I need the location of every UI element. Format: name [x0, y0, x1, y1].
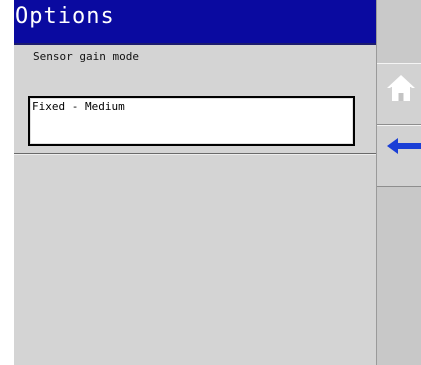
options-panel: Options Sensor gain mode Fixed - Medium — [14, 0, 377, 365]
home-icon — [387, 75, 415, 101]
title-bar: Options — [14, 0, 376, 45]
page-title: Options — [15, 4, 115, 29]
back-arrow-icon — [387, 138, 421, 154]
home-button[interactable] — [377, 63, 421, 125]
side-bar-empty-area — [377, 187, 421, 365]
divider — [14, 153, 376, 155]
sensor-gain-mode-field[interactable]: Fixed - Medium — [28, 96, 355, 146]
options-screen: Options Sensor gain mode Fixed - Medium — [14, 0, 421, 365]
side-button-bar — [377, 0, 421, 365]
sensor-gain-mode-label: Sensor gain mode — [33, 50, 139, 63]
sensor-gain-mode-value: Fixed - Medium — [32, 100, 125, 113]
back-button[interactable] — [377, 125, 421, 187]
